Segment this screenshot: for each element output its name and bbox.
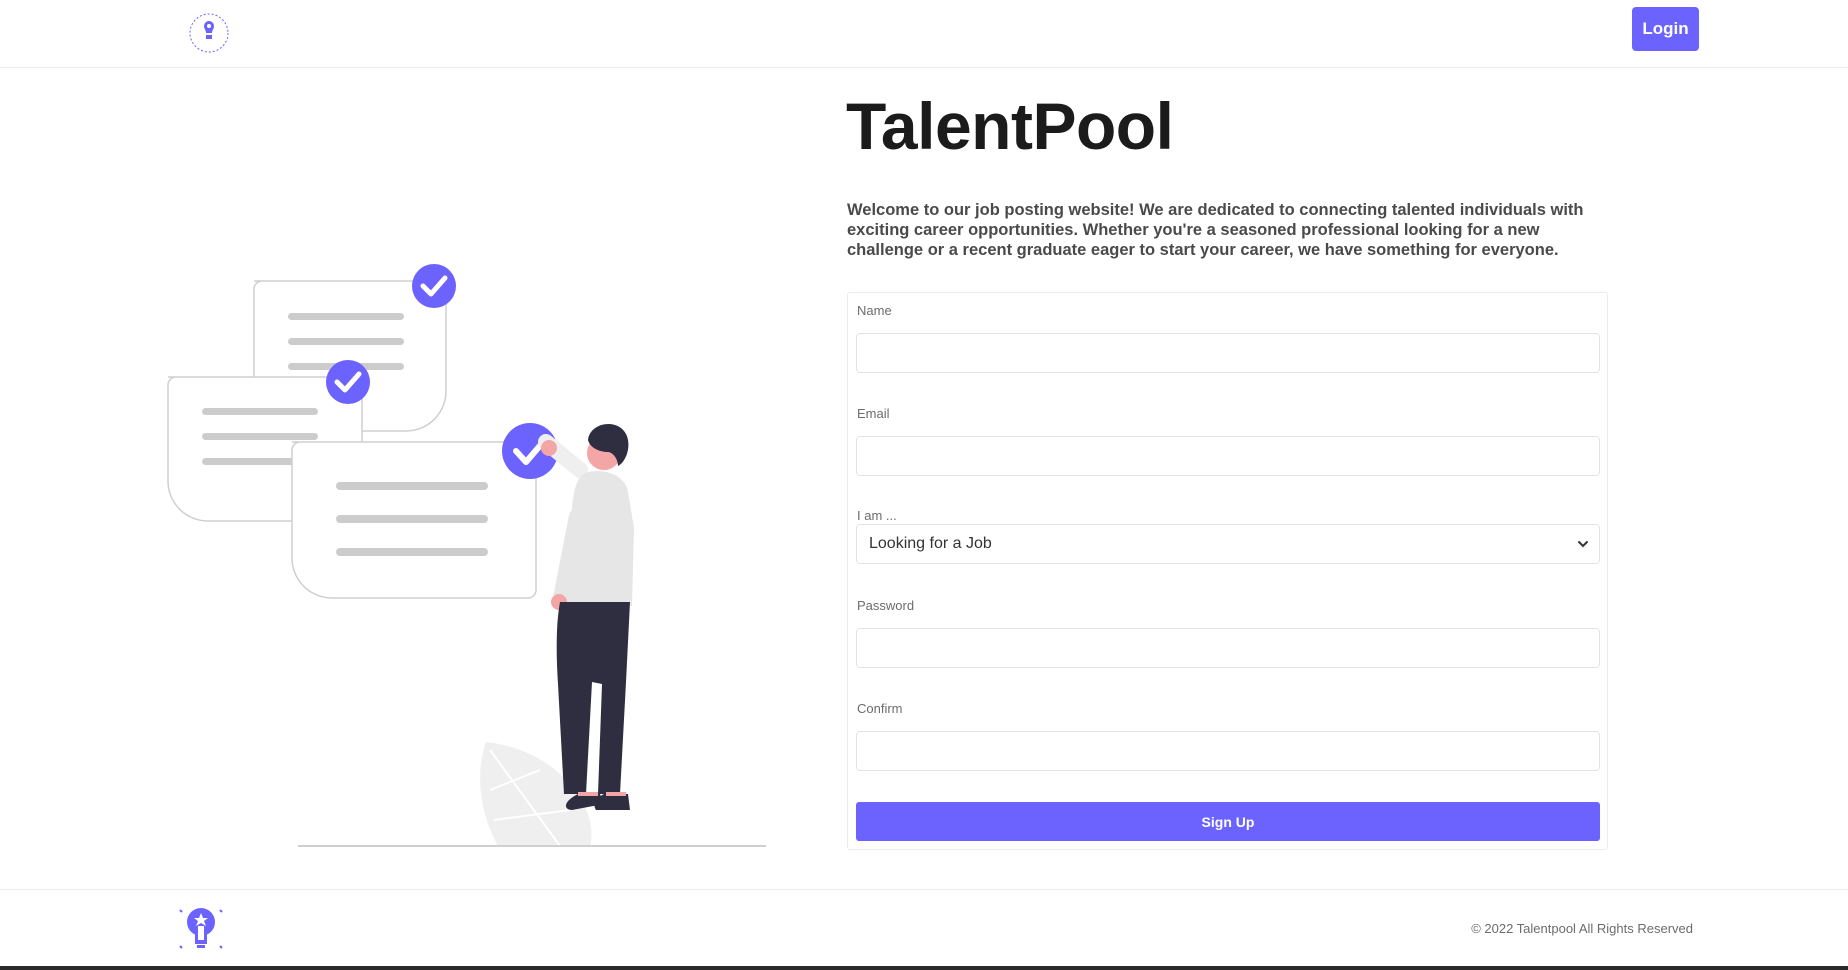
chevron-down-icon xyxy=(1578,541,1588,548)
bottom-strip xyxy=(0,966,1848,970)
password-input[interactable] xyxy=(856,628,1600,668)
email-label: Email xyxy=(857,406,890,421)
intro-text: Welcome to our job posting website! We a… xyxy=(847,201,1584,259)
name-input[interactable] xyxy=(856,333,1600,373)
top-navbar: Login xyxy=(0,0,1848,68)
role-label: I am ... xyxy=(857,508,897,523)
lightbulb-logo-icon[interactable] xyxy=(174,902,228,956)
hero-illustration xyxy=(167,264,766,847)
role-selected-value: Looking for a Job xyxy=(869,535,992,552)
document-card-front xyxy=(291,441,537,599)
role-select[interactable]: Looking for a Job xyxy=(856,524,1600,564)
name-label: Name xyxy=(857,303,892,318)
signup-form: Name Email I am ... Looking for a Job Pa… xyxy=(847,292,1608,850)
confirm-input[interactable] xyxy=(856,731,1600,771)
confirm-label: Confirm xyxy=(857,701,903,716)
copyright-text: © 2022 Talentpool All Rights Reserved xyxy=(1471,921,1693,936)
page-title: TalentPool xyxy=(846,89,1174,163)
email-input[interactable] xyxy=(856,436,1600,476)
signup-button[interactable]: Sign Up xyxy=(856,802,1600,841)
talentpool-logo-icon[interactable] xyxy=(184,8,234,58)
password-label: Password xyxy=(857,598,915,613)
check-circle-icon xyxy=(326,360,370,404)
person-illustration xyxy=(538,423,634,810)
login-button[interactable]: Login xyxy=(1632,7,1699,51)
check-circle-icon xyxy=(412,264,456,308)
footer: © 2022 Talentpool All Rights Reserved xyxy=(0,889,1848,966)
